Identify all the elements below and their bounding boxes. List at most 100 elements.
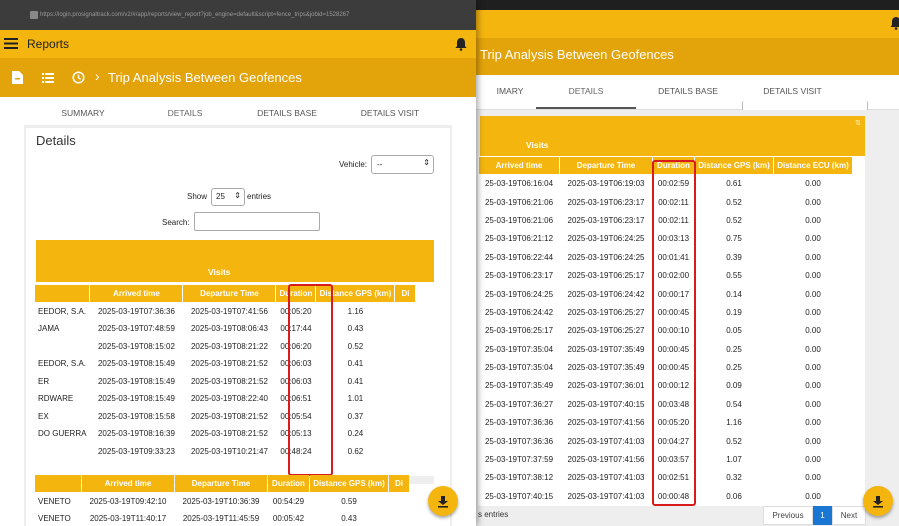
visits-col-name[interactable] xyxy=(35,285,90,302)
visits-cell: ER xyxy=(38,376,50,386)
right-visits-cell: 0.25 xyxy=(726,344,742,354)
visits-cell: EX xyxy=(38,411,49,421)
left-report-window: https://login.prosignaltrack.com/v2/#/ap… xyxy=(0,0,476,526)
right-visits-cell: 25-03-19T06:22:44 xyxy=(484,252,554,262)
right-visits-cell: 0.00 xyxy=(805,271,821,281)
visits-cell-empty xyxy=(395,408,415,425)
right-visits-cell: 0.25 xyxy=(726,363,742,373)
left-download-fab[interactable] xyxy=(428,486,458,516)
second-visits-row[interactable]: VENETO 2025-03-19T11:40:17 2025-03-19T11:4… xyxy=(35,511,409,526)
second-col-arrived[interactable]: Arrived time xyxy=(82,475,174,492)
second-visits-row[interactable]: VENETO 2025-03-19T09:42:10 2025-03-19T10:3… xyxy=(35,493,409,510)
right-visits-cell: 0.00 xyxy=(805,344,821,354)
visits-row[interactable]: EX 2025-03-19T08:15:58 2025-03-19T08:21:52… xyxy=(35,408,415,425)
visits-cell: 2025-03-19T08:15:49 xyxy=(97,394,175,404)
visits-row[interactable]: 2025-03-19T08:15:02 2025-03-19T08:21:22 00… xyxy=(35,338,415,355)
second-visits-cell-empty xyxy=(389,511,409,526)
right-visits-cell: 25-03-19T06:16:04 xyxy=(484,179,554,189)
visits-row[interactable]: EEDOR, S.A. 2025-03-19T08:15:49 2025-03-19… xyxy=(35,356,415,373)
right-visits-cell: 0.00 xyxy=(805,307,821,317)
second-visits-cell: VENETO xyxy=(38,514,71,524)
right-visits-cell: 25-03-19T07:36:36 xyxy=(484,418,554,428)
right-visits-cell: 2025-03-19T07:41:56 xyxy=(567,418,645,428)
right-visits-cell: 25-03-19T07:36:36 xyxy=(484,436,554,446)
second-col-distance-gps[interactable]: Distance GPS (km) xyxy=(310,475,388,492)
right-visits-cell: 25-03-19T06:21:06 xyxy=(484,215,554,225)
right-visits-cell: 25-03-19T07:40:15 xyxy=(484,491,554,501)
entries-per-page-select[interactable]: 25 ⇕ xyxy=(211,188,245,206)
visits-cell: 2025-03-19T10:21:47 xyxy=(190,446,268,456)
second-col-distance-ecu[interactable]: Di xyxy=(389,475,409,492)
app-title: Reports xyxy=(27,37,70,51)
right-visits-cell: 0.52 xyxy=(726,215,742,225)
left-duration-highlight-box xyxy=(288,284,333,476)
visits-cell: 2025-03-19T08:16:39 xyxy=(97,429,175,439)
visits-col-arrived[interactable]: Arrived time xyxy=(90,285,183,302)
second-visits-table: Arrived time Departure Time Duration Dis… xyxy=(34,474,410,526)
right-tab-summary[interactable]: IMARY xyxy=(480,75,540,107)
visits-row[interactable]: ER 2025-03-19T08:15:49 2025-03-19T08:21:52… xyxy=(35,373,415,390)
show-label: Show xyxy=(187,192,208,201)
url-text[interactable]: https://login.prosignaltrack.com/v2/#/ap… xyxy=(40,12,349,18)
entries-select-arrow-icon: ⇕ xyxy=(234,191,241,200)
right-visits-cell: 25-03-19T07:38:12 xyxy=(484,473,554,483)
right-col-arrived[interactable]: Arrived time xyxy=(479,157,559,174)
right-visits-cell: 0.09 xyxy=(726,381,742,391)
visits-cell: 2025-03-19T08:06:43 xyxy=(190,324,268,334)
pager-next-button[interactable]: Next xyxy=(832,506,866,525)
right-app-bar xyxy=(450,10,899,38)
visits-col-departure[interactable]: Departure Time xyxy=(183,285,276,302)
visits-cell: 2025-03-19T09:33:23 xyxy=(97,446,175,456)
visits-row[interactable]: RDWARE 2025-03-19T08:15:49 2025-03-19T08:2… xyxy=(35,391,415,408)
right-notification-bell-icon[interactable] xyxy=(890,16,899,32)
visits-table: Arrived time Departure Time Duration Dis… xyxy=(34,284,416,461)
second-col-departure[interactable]: Departure Time xyxy=(175,475,267,492)
notification-bell-icon[interactable] xyxy=(455,37,467,53)
right-visits-cell: 0.00 xyxy=(805,179,821,189)
second-col-name[interactable] xyxy=(35,475,81,492)
visits-row[interactable]: 2025-03-19T09:33:23 2025-03-19T10:21:47 00… xyxy=(35,443,415,460)
visits-cell: 2025-03-19T08:15:58 xyxy=(97,411,175,421)
menu-hamburger-icon[interactable] xyxy=(4,38,18,51)
visits-row[interactable]: DO GUERRA 2025-03-19T08:16:39 2025-03-19T0… xyxy=(35,426,415,443)
search-input[interactable] xyxy=(194,212,320,231)
select-arrows-icon: ⇕ xyxy=(423,158,430,167)
visits-row[interactable]: JAMA 2025-03-19T07:48:59 2025-03-19T08:06:… xyxy=(35,321,415,338)
visits-banner: Visits xyxy=(36,240,434,282)
vehicle-label: Vehicle: xyxy=(339,160,368,169)
right-visits-cell: 0.00 xyxy=(805,252,821,262)
second-visits-cell: VENETO xyxy=(38,496,71,506)
file-report-icon[interactable] xyxy=(12,71,23,86)
list-icon[interactable] xyxy=(42,73,54,85)
pager-page-1-button[interactable]: 1 xyxy=(813,506,832,525)
second-visits-cell: 00:54:29 xyxy=(272,496,305,506)
visits-cell-empty xyxy=(395,373,415,390)
visits-cell: RDWARE xyxy=(38,394,74,404)
right-col-distance-ecu[interactable]: Distance ECU (km) xyxy=(774,157,852,174)
right-visits-cell: 0.14 xyxy=(726,289,742,299)
visits-cell: 2025-03-19T08:21:52 xyxy=(190,359,268,369)
right-breadcrumb-title: Trip Analysis Between Geofences xyxy=(480,47,674,62)
pager-previous-button[interactable]: Previous xyxy=(763,506,813,525)
right-visits-caption: Visits xyxy=(526,140,549,150)
browser-url-bar[interactable]: https://login.prosignaltrack.com/v2/#/ap… xyxy=(0,0,476,30)
right-tab-details-base[interactable]: DETAILS BASE xyxy=(648,75,728,107)
right-visits-cell: 25-03-19T06:25:17 xyxy=(484,326,554,336)
visits-col-distance-ecu[interactable]: Di xyxy=(395,285,416,302)
visits-cell: 2025-03-19T08:21:52 xyxy=(190,411,268,421)
second-col-duration[interactable]: Duration xyxy=(268,475,309,492)
history-clock-icon[interactable] xyxy=(72,71,85,86)
right-visits-cell: 0.00 xyxy=(805,418,821,428)
right-download-fab[interactable] xyxy=(863,486,893,516)
right-visits-cell: 0.00 xyxy=(805,234,821,244)
visits-row[interactable]: EEDOR, S.A. 2025-03-19T07:36:36 2025-03-19… xyxy=(35,303,415,320)
site-favicon-icon xyxy=(30,11,38,19)
right-visits-cell: 0.54 xyxy=(726,399,742,409)
visits-table-wrap: Arrived time Departure Time Duration Dis… xyxy=(34,284,436,461)
right-tab-details[interactable]: DETAILS xyxy=(536,75,636,109)
second-table-wrap: Arrived time Departure Time Duration Dis… xyxy=(34,474,436,526)
right-col-departure[interactable]: Departure Time xyxy=(560,157,652,174)
breadcrumb-chevron-icon: › xyxy=(95,68,100,84)
vehicle-select[interactable]: -- ⇕ xyxy=(371,155,434,174)
right-col-distance-gps[interactable]: Distance GPS (km) xyxy=(695,157,773,174)
